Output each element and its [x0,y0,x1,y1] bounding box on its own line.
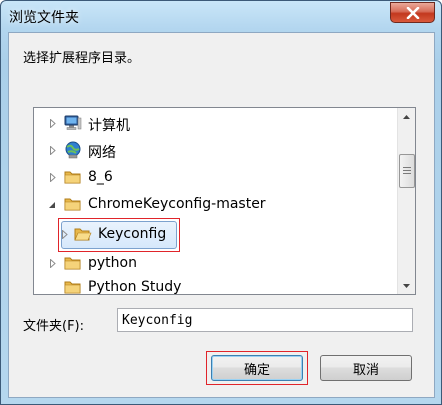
tree-item-keyconfig[interactable]: Keyconfig [34,222,394,246]
network-icon [64,141,82,159]
title-bar[interactable]: 浏览文件夹 [1,1,441,33]
tree-item-label: 8_6 [88,169,113,185]
expand-arrow-icon[interactable] [48,258,58,268]
computer-icon [64,114,82,132]
dialog-content: 选择扩展程序目录。 计算机 网络 8_6 ChromeKeyconfig-mas… [8,32,435,398]
tree-item-computer[interactable]: 计算机 [34,111,394,135]
tree-item-label: Keyconfig [98,226,167,242]
folder-tree[interactable]: 计算机 网络 8_6 ChromeKeyconfig-master Keycon… [33,107,416,295]
tree-item-chromekeyconfig-master[interactable]: ChromeKeyconfig-master [34,192,394,216]
expand-arrow-icon[interactable] [48,172,58,182]
close-icon [406,6,419,19]
expand-arrow-icon[interactable] [48,145,58,155]
scroll-thumb[interactable] [399,154,415,188]
window-title: 浏览文件夹 [9,10,79,26]
expand-arrow-icon[interactable] [60,229,70,239]
cancel-button[interactable]: 取消 [320,355,412,381]
folder-icon [64,278,82,294]
scroll-up-arrow-icon[interactable] [398,108,415,125]
scroll-down-arrow-icon[interactable] [398,277,415,294]
ok-button[interactable]: 确定 [211,355,303,381]
expand-arrow-icon[interactable] [48,118,58,128]
prompt-text: 选择扩展程序目录。 [23,51,141,66]
tree-item-network[interactable]: 网络 [34,138,394,162]
tree-item-label: python [88,255,137,271]
tree-scrollbar[interactable] [397,108,415,294]
collapse-arrow-icon[interactable] [47,200,57,210]
tree-item-label: Python Study [88,279,182,295]
folder-field-label: 文件夹(F): [23,319,85,334]
tree-item-8-6[interactable]: 8_6 [34,165,394,189]
tree-item-label: ChromeKeyconfig-master [88,196,266,212]
tree-item-python[interactable]: python [34,251,394,275]
folder-icon [64,168,82,186]
folder-name-input[interactable] [117,308,413,332]
folder-icon [64,195,82,213]
tree-item-python-study[interactable]: Python Study [34,275,394,295]
tree-item-label: 计算机 [88,118,130,134]
tree-item-label: 网络 [88,145,116,161]
folder-icon [64,254,82,272]
folder-open-icon [74,225,92,243]
dialog-window: 浏览文件夹 选择扩展程序目录。 计算机 网络 8_6 ChromeKeyconf… [0,0,442,405]
close-button[interactable] [390,2,435,23]
